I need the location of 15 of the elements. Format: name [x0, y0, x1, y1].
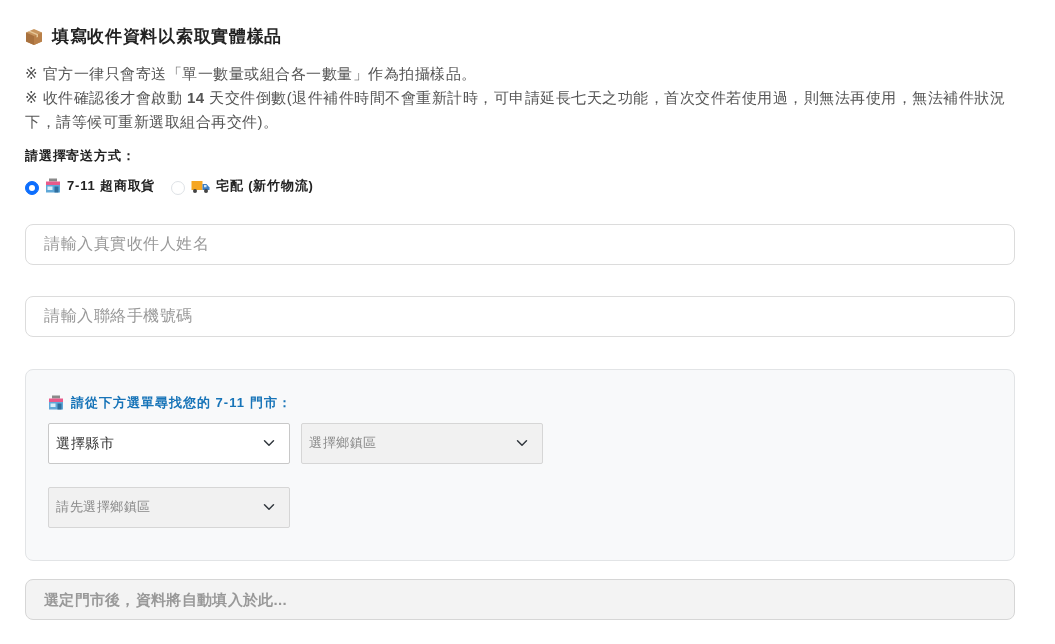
text-input-field[interactable]: 請輸入真實收件人姓名 — [25, 223, 1015, 265]
section-heading: 填寫收件資料以索取實體樣品 — [52, 26, 283, 48]
store-finder-title: 請從下方選單尋找您的 7-11 門市： — [71, 393, 292, 412]
shipping-option-label[interactable]: 宅配 (新竹物流) — [216, 176, 314, 196]
store-icon — [48, 395, 64, 410]
dropdown-select[interactable]: 選擇縣市 — [48, 422, 290, 464]
truck-icon — [191, 178, 211, 193]
shipping-method-label: 請選擇寄送方式： — [25, 147, 137, 165]
notice-text: ※ 官方一律只會寄送「單一數量或組合各一數量」作為拍攝樣品。 — [25, 64, 478, 84]
notice-text: ※ 收件確認後才會啟動 14 天交件倒數(退件補件時間不會重新計時，可申請延長七天之功能，首次交件若使用過，則無法再使用，無法補件狀況下，請等候可重新選取組合再交件)。 — [25, 88, 1007, 132]
text-input-field[interactable]: 請輸入聯絡手機號碼 — [25, 295, 1015, 337]
radio-button[interactable] — [25, 180, 39, 195]
package-icon — [25, 28, 43, 46]
store-icon — [45, 178, 61, 194]
shipping-option-label[interactable]: 7-11 超商取貨 — [67, 176, 156, 196]
